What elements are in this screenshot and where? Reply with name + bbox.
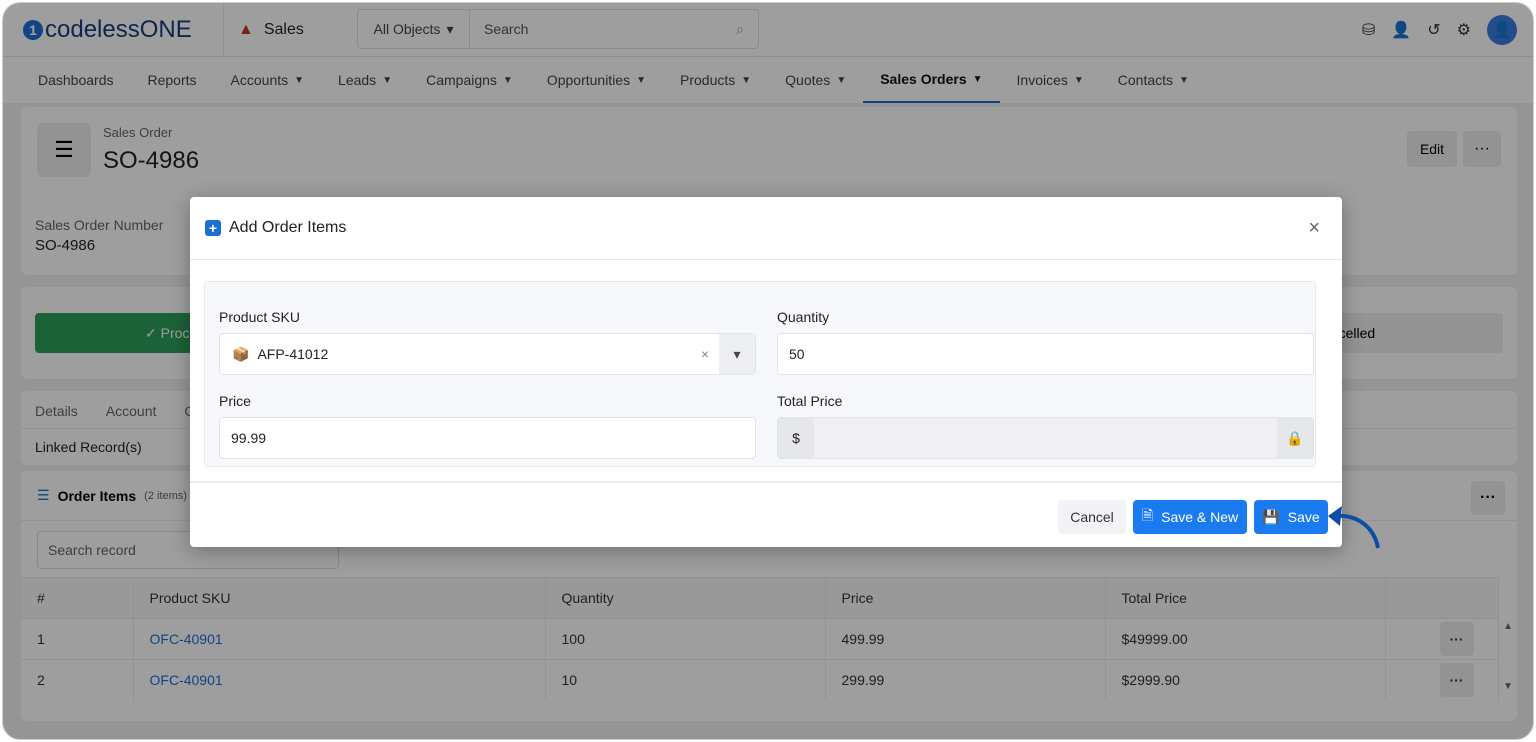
currency-prefix: $ [778,418,814,458]
price-label: Price [219,393,251,409]
add-order-items-modal: + Add Order Items × Product SKU 📦 AFP-4101… [190,197,1342,547]
caret-down-icon[interactable]: ▾ [719,334,755,374]
quantity-label: Quantity [777,309,830,325]
save-label: Save [1287,509,1320,525]
annotation-arrow-icon [1328,506,1380,549]
save-button[interactable]: 💾 Save [1254,500,1328,534]
floppy-icon: 💾 [1262,508,1280,525]
total-price-label: Total Price [777,393,843,409]
plus-icon: + [205,220,221,236]
sku-select[interactable]: 📦 AFP-41012 × ▾ [219,333,756,375]
modal-footer: Cancel 🗎 Save & New 💾 Save [190,481,1342,547]
total-price-field: $ 🔒 [777,417,1314,459]
lock-icon: 🔒 [1277,418,1313,458]
cancel-button[interactable]: Cancel [1058,500,1126,534]
close-icon[interactable]: × [1308,217,1320,240]
file-icon: 🗎 [1141,507,1154,523]
price-input[interactable]: 99.99 [219,417,756,459]
modal-title: Add Order Items [229,219,347,236]
clear-icon[interactable]: × [701,346,709,362]
sku-value: AFP-41012 [257,346,329,362]
sku-label: Product SKU [219,309,300,325]
quantity-input[interactable]: 50 [777,333,1314,375]
save-new-label: Save & New [1161,509,1239,525]
box-icon: 📦 [232,345,250,362]
save-new-button[interactable]: 🗎 Save & New [1133,500,1247,534]
form-body: Product SKU 📦 AFP-41012 × ▾ Quantity 50 P… [204,281,1316,467]
